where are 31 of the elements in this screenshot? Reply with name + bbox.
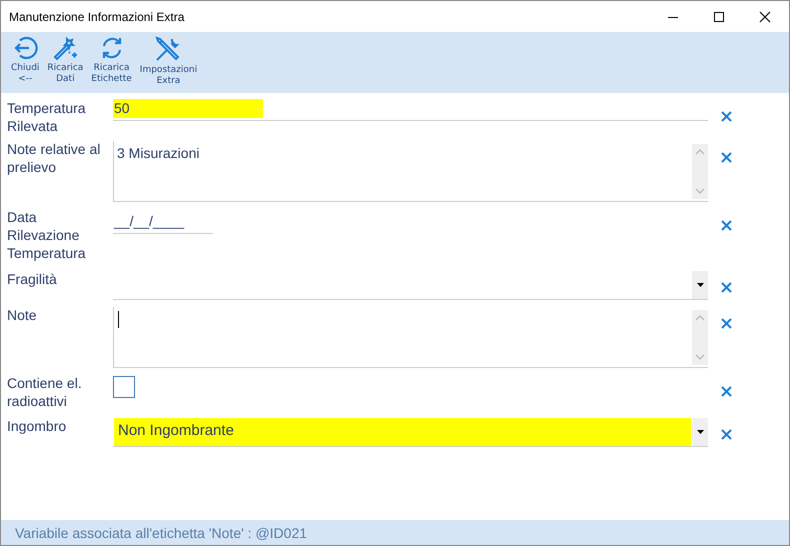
input-field[interactable]: __/__/____ [113,212,213,234]
clear-icon[interactable] [721,318,732,329]
clear-icon[interactable] [721,386,732,397]
window-title: Manutenzione Informazioni Extra [9,10,184,24]
text-cursor [118,311,119,328]
status-text: Variabile associata all'etichetta 'Note' : @ID021 [15,524,308,540]
field-label: Note relative al prelievo [7,140,101,176]
field-label: Contiene el. radioattivi [7,374,83,410]
text-area[interactable]: 3 Misurazioni [113,141,708,202]
toolbar-button[interactable]: Ricarica Dati [43,35,88,91]
field-label: Temperatura Rilevata [7,99,87,135]
toolbar-button[interactable]: Chiudi <-- [7,35,44,91]
field-label: Ingombro [7,417,68,435]
field-label: Note [7,306,38,324]
checkbox[interactable] [113,376,135,398]
close-icon[interactable] [759,10,771,22]
toolbar-button[interactable]: Impostazioni Extra [136,35,202,91]
dropdown-caret-icon[interactable] [696,430,704,434]
field-label: Fragilità [7,270,58,288]
back-arrow-icon [12,35,38,61]
magic-wand-icon [52,35,78,61]
clear-icon[interactable] [721,282,732,293]
dropdown-caret-icon[interactable] [696,283,704,287]
maximize-icon[interactable] [713,10,725,22]
clear-icon[interactable] [721,429,732,440]
clear-icon[interactable] [721,220,732,231]
toolbar-button[interactable]: Ricarica Etichette [87,35,136,91]
clear-icon[interactable] [721,152,732,163]
field-label: Data Rilevazione Temperatura [7,208,87,262]
clear-icon[interactable] [721,111,732,122]
input-field[interactable]: 50 [113,99,708,121]
